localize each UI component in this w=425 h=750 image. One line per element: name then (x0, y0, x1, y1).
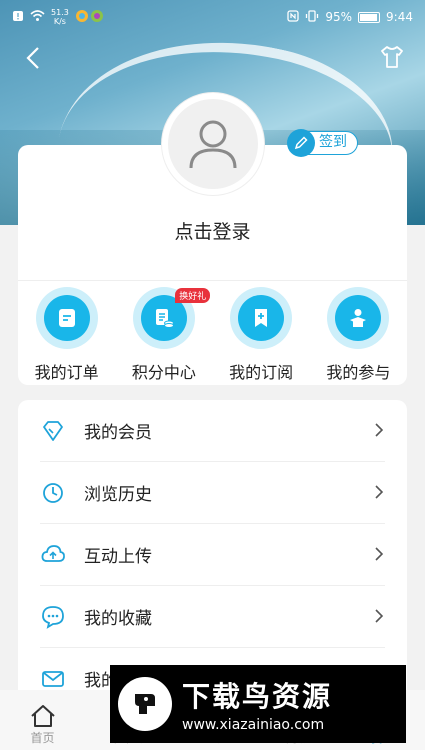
user-icon (189, 120, 237, 169)
menu-item-history[interactable]: 浏览历史 (40, 462, 385, 524)
quick-action-points[interactable]: 换好礼 积分中心 (115, 285, 212, 385)
pencil-icon (287, 129, 315, 157)
signin-button[interactable]: 签到 (287, 129, 358, 157)
gift-badge: 换好礼 (175, 288, 211, 303)
subscribe-icon (238, 295, 285, 341)
avatar[interactable] (162, 93, 264, 195)
wifi-icon (30, 9, 45, 25)
watermark-title: 下载鸟资源 (182, 680, 333, 713)
tab-home[interactable]: 首页 (0, 690, 85, 750)
menu-item-membership[interactable]: 我的会员 (40, 400, 385, 462)
status-bar: 51.3 K/s 95% 9:44 (0, 0, 425, 34)
order-icon (43, 295, 90, 341)
divider (18, 280, 407, 281)
battery-percent: 95% (325, 10, 353, 24)
back-arrow-icon[interactable] (22, 44, 46, 72)
participate-icon (335, 295, 382, 341)
quick-action-participate[interactable]: 我的参与 (310, 285, 407, 385)
watermark: 下载鸟资源 www.xiazainiao.com (110, 665, 406, 743)
watermark-url: www.xiazainiao.com (182, 717, 325, 733)
chevron-right-icon (373, 546, 385, 562)
menu-item-upload[interactable]: 互动上传 (40, 524, 385, 586)
notification-icon (12, 10, 24, 25)
chevron-right-icon (373, 484, 385, 500)
top-bar (0, 38, 425, 78)
menu-list: 我的会员 浏览历史 互动上传 我的收藏 我的 (18, 400, 407, 700)
chat-bubble-icon (40, 604, 66, 630)
mail-icon (40, 666, 66, 692)
quick-actions: 我的订单 换好礼 积分中心 我的订阅 我的参与 (18, 285, 407, 385)
menu-item-favorites[interactable]: 我的收藏 (40, 586, 385, 648)
chevron-right-icon (373, 422, 385, 438)
vibrate-icon (305, 9, 319, 25)
quick-action-orders[interactable]: 我的订单 (18, 285, 115, 385)
signin-label: 签到 (319, 134, 347, 150)
nfc-icon (287, 9, 300, 25)
home-icon (30, 705, 55, 727)
app-notification-icon (75, 9, 105, 26)
cloud-upload-icon (40, 542, 66, 568)
quick-action-subscribe[interactable]: 我的订阅 (213, 285, 310, 385)
diamond-icon (40, 418, 66, 444)
tshirt-icon[interactable] (379, 44, 405, 70)
clock-icon (40, 480, 66, 506)
bird-logo-icon (118, 677, 172, 731)
network-speed: 51.3 K/s (51, 8, 69, 26)
clock-time: 9:44 (386, 10, 413, 24)
login-prompt[interactable]: 点击登录 (0, 217, 425, 244)
battery-icon (358, 11, 381, 23)
chevron-right-icon (373, 608, 385, 624)
